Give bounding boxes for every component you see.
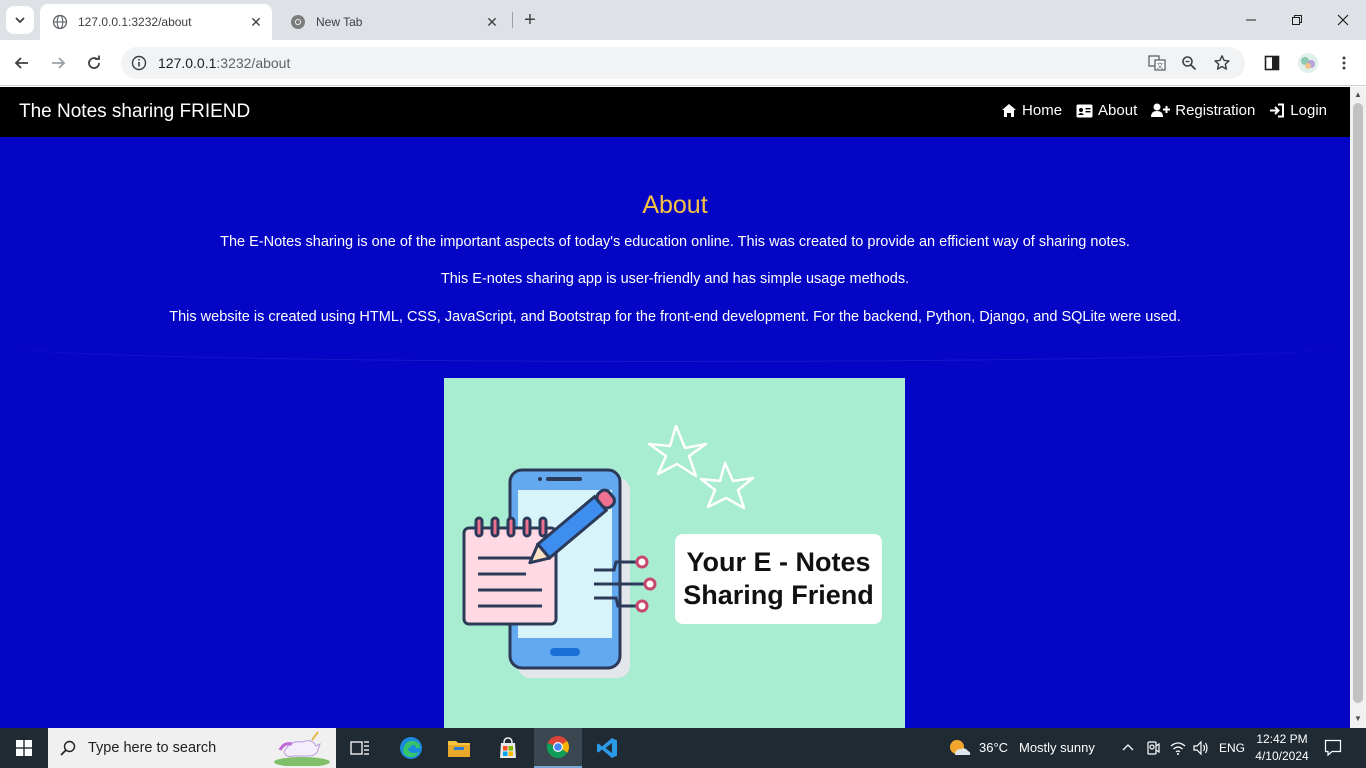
unicorn-search-highlight-icon — [274, 731, 330, 766]
reload-icon — [88, 55, 100, 69]
back-button[interactable] — [8, 49, 36, 77]
menu-button[interactable] — [1330, 49, 1358, 77]
url-text: 127.0.0.1:3232/about — [158, 55, 291, 71]
chrome-taskbar-button[interactable] — [534, 728, 582, 768]
nav-about-label: About — [1098, 102, 1138, 119]
vscode-icon — [597, 738, 617, 758]
globe-icon — [52, 14, 68, 30]
close-icon[interactable]: ✕ — [246, 12, 266, 32]
bookmark-star-icon[interactable] — [1210, 51, 1234, 75]
edge-taskbar-button[interactable] — [387, 728, 435, 768]
tab-separator — [512, 12, 513, 28]
site-brand[interactable]: The Notes sharing FRIEND — [19, 101, 250, 123]
clock-time: 12:42 PM — [1256, 732, 1308, 746]
nav-home-label: Home — [1022, 102, 1063, 119]
minimize-icon — [1246, 19, 1256, 21]
forward-button[interactable] — [44, 49, 72, 77]
site-info-icon[interactable] — [127, 51, 151, 75]
clock-date: 4/10/2024 — [1255, 749, 1309, 763]
start-button[interactable] — [0, 728, 48, 768]
hero-caption-line-1: Your E - Notes — [686, 547, 871, 577]
camera-icon[interactable] — [1145, 740, 1161, 761]
file-explorer-taskbar-button[interactable] — [435, 728, 483, 768]
id-card-icon — [1076, 104, 1093, 117]
login-icon — [1270, 103, 1285, 118]
store-icon — [500, 737, 516, 758]
page-scrollbar[interactable]: ▲ ▼ — [1350, 87, 1366, 728]
minimize-button[interactable] — [1228, 0, 1274, 40]
arrow-left-icon — [14, 57, 28, 69]
edge-icon — [400, 737, 422, 759]
tab-title: 127.0.0.1:3232/about — [78, 15, 192, 29]
tab-about[interactable]: 127.0.0.1:3232/about ✕ — [40, 4, 272, 40]
chrome-icon — [546, 736, 569, 758]
nav-login-link[interactable]: Login — [1269, 102, 1327, 119]
tab-title: New Tab — [316, 15, 363, 29]
about-paragraph-1: The E-Notes sharing is one of the import… — [220, 234, 1130, 250]
profile-button[interactable] — [1294, 49, 1322, 77]
store-taskbar-button[interactable] — [484, 728, 532, 768]
scroll-up-arrow-icon[interactable]: ▲ — [1354, 91, 1362, 99]
nav-registration-link[interactable]: Registration — [1151, 102, 1255, 119]
user-plus-icon — [1151, 103, 1171, 117]
page-viewport: The Notes sharing FRIEND Home About Regi… — [0, 87, 1350, 728]
nav-registration-label: Registration — [1175, 102, 1256, 119]
windows-taskbar: Type here to search 36°C Mostly sunny EN… — [0, 728, 1366, 768]
search-placeholder: Type here to search — [88, 740, 217, 756]
tab-search-button[interactable] — [6, 6, 34, 34]
home-icon — [1002, 104, 1017, 117]
weather-condition[interactable]: Mostly sunny — [1019, 740, 1095, 755]
weather-temp[interactable]: 36°C — [979, 740, 1008, 755]
svg-text:文: 文 — [1157, 61, 1164, 70]
address-bar[interactable]: 127.0.0.1:3232/about 文 — [121, 47, 1245, 79]
volume-icon[interactable] — [1192, 740, 1210, 761]
more-vertical-icon — [1342, 56, 1346, 70]
about-paragraph-2: This E-notes sharing app is user-friendl… — [440, 271, 910, 287]
scrollbar-thumb[interactable] — [1353, 103, 1363, 703]
browser-toolbar: 127.0.0.1:3232/about 文 — [0, 40, 1366, 86]
nav-home-link[interactable]: Home — [1001, 102, 1062, 119]
scroll-down-arrow-icon[interactable]: ▼ — [1354, 715, 1362, 723]
notifications-icon[interactable] — [1324, 739, 1342, 762]
close-icon — [1337, 14, 1349, 26]
reload-button[interactable] — [80, 49, 108, 77]
taskbar-search-box[interactable]: Type here to search — [48, 728, 336, 768]
folder-icon — [448, 741, 470, 757]
task-view-icon — [350, 741, 369, 755]
windows-logo-icon — [16, 740, 32, 756]
new-tab-button[interactable]: + — [518, 8, 542, 32]
tab-new-tab[interactable]: New Tab ✕ — [278, 4, 508, 40]
taskbar-clock[interactable]: 12:42 PM 4/10/2024 — [1242, 731, 1322, 765]
hero-illustration: Your E - Notes Sharing Friend — [444, 378, 905, 728]
close-window-button[interactable] — [1320, 0, 1366, 40]
task-view-button[interactable] — [336, 728, 384, 768]
close-icon[interactable]: ✕ — [482, 12, 502, 32]
browser-tab-bar: 127.0.0.1:3232/about ✕ New Tab ✕ + — [0, 0, 1366, 40]
side-panel-button[interactable] — [1258, 49, 1286, 77]
about-paragraph-3: This website is created using HTML, CSS,… — [169, 309, 1181, 325]
restore-button[interactable] — [1274, 0, 1320, 40]
restore-icon — [1292, 15, 1302, 25]
nav-about-link[interactable]: About — [1076, 102, 1137, 119]
chrome-icon — [290, 14, 306, 30]
vscode-taskbar-button[interactable] — [583, 728, 631, 768]
translate-icon[interactable]: 文 — [1145, 51, 1169, 75]
section-divider-curve — [10, 332, 1340, 362]
site-navbar: The Notes sharing FRIEND Home About Regi… — [0, 87, 1350, 137]
nav-login-label: Login — [1290, 102, 1327, 119]
chevron-down-icon — [15, 17, 25, 24]
nav-links: Home About Registration Login — [1001, 102, 1327, 119]
side-panel-icon — [1264, 55, 1280, 71]
arrow-right-icon — [52, 57, 66, 69]
avatar-icon — [1298, 53, 1318, 73]
chevron-up-icon[interactable] — [1121, 741, 1135, 760]
hero-caption-line-2: Sharing Friend — [683, 580, 874, 610]
hero-caption-card: Your E - Notes Sharing Friend — [675, 534, 882, 624]
weather-icon[interactable] — [947, 737, 971, 764]
search-icon — [48, 740, 88, 756]
zoom-icon[interactable] — [1177, 51, 1201, 75]
wifi-icon[interactable] — [1169, 740, 1187, 761]
page-title: About — [642, 191, 708, 219]
